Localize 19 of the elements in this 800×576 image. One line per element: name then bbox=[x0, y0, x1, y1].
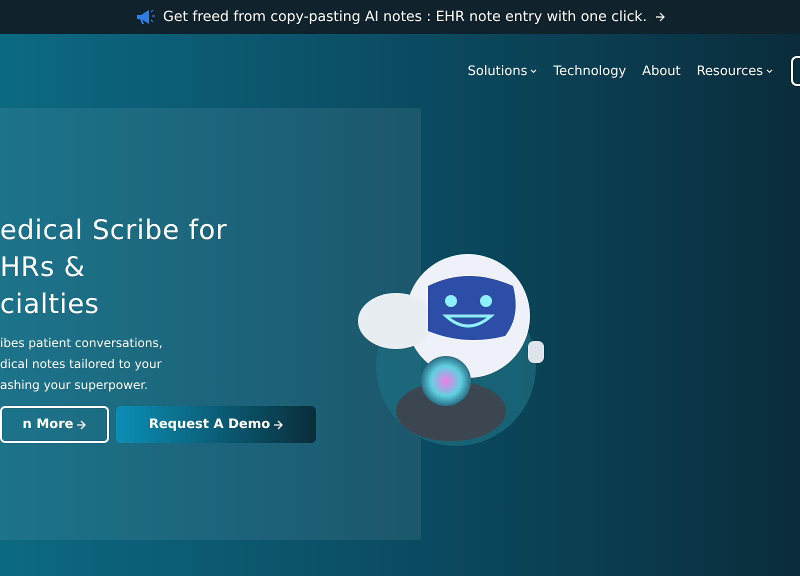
nav-link[interactable]: About bbox=[642, 64, 681, 78]
headline-line: HRs & bbox=[0, 251, 86, 285]
request-demo-button[interactable]: Request A Demo bbox=[116, 406, 316, 443]
arrow-right-icon bbox=[76, 420, 86, 430]
learn-more-button[interactable]: n More bbox=[0, 406, 109, 443]
megaphone-icon bbox=[135, 8, 156, 26]
headline-line: edical Scribe for bbox=[0, 214, 228, 248]
chevron-down-icon bbox=[530, 68, 538, 74]
announcement-link[interactable]: Get freed from copy-pasting AI notes : EHR note entry with one click. bbox=[163, 9, 647, 25]
headline-line: cialties bbox=[0, 288, 100, 322]
description-line: dical notes tailored to your bbox=[0, 356, 163, 373]
chevron-down-icon bbox=[766, 68, 773, 74]
nav-link[interactable]: Technology bbox=[553, 64, 626, 78]
arrow-right-icon bbox=[273, 420, 284, 430]
arrow-right-icon bbox=[654, 12, 665, 22]
nav-link[interactable]: Solutions bbox=[468, 64, 538, 78]
nav-link[interactable]: Resources bbox=[696, 64, 773, 78]
description-line: ashing your superpower. bbox=[0, 377, 149, 394]
description-line: ibes patient conversations, bbox=[0, 335, 164, 352]
